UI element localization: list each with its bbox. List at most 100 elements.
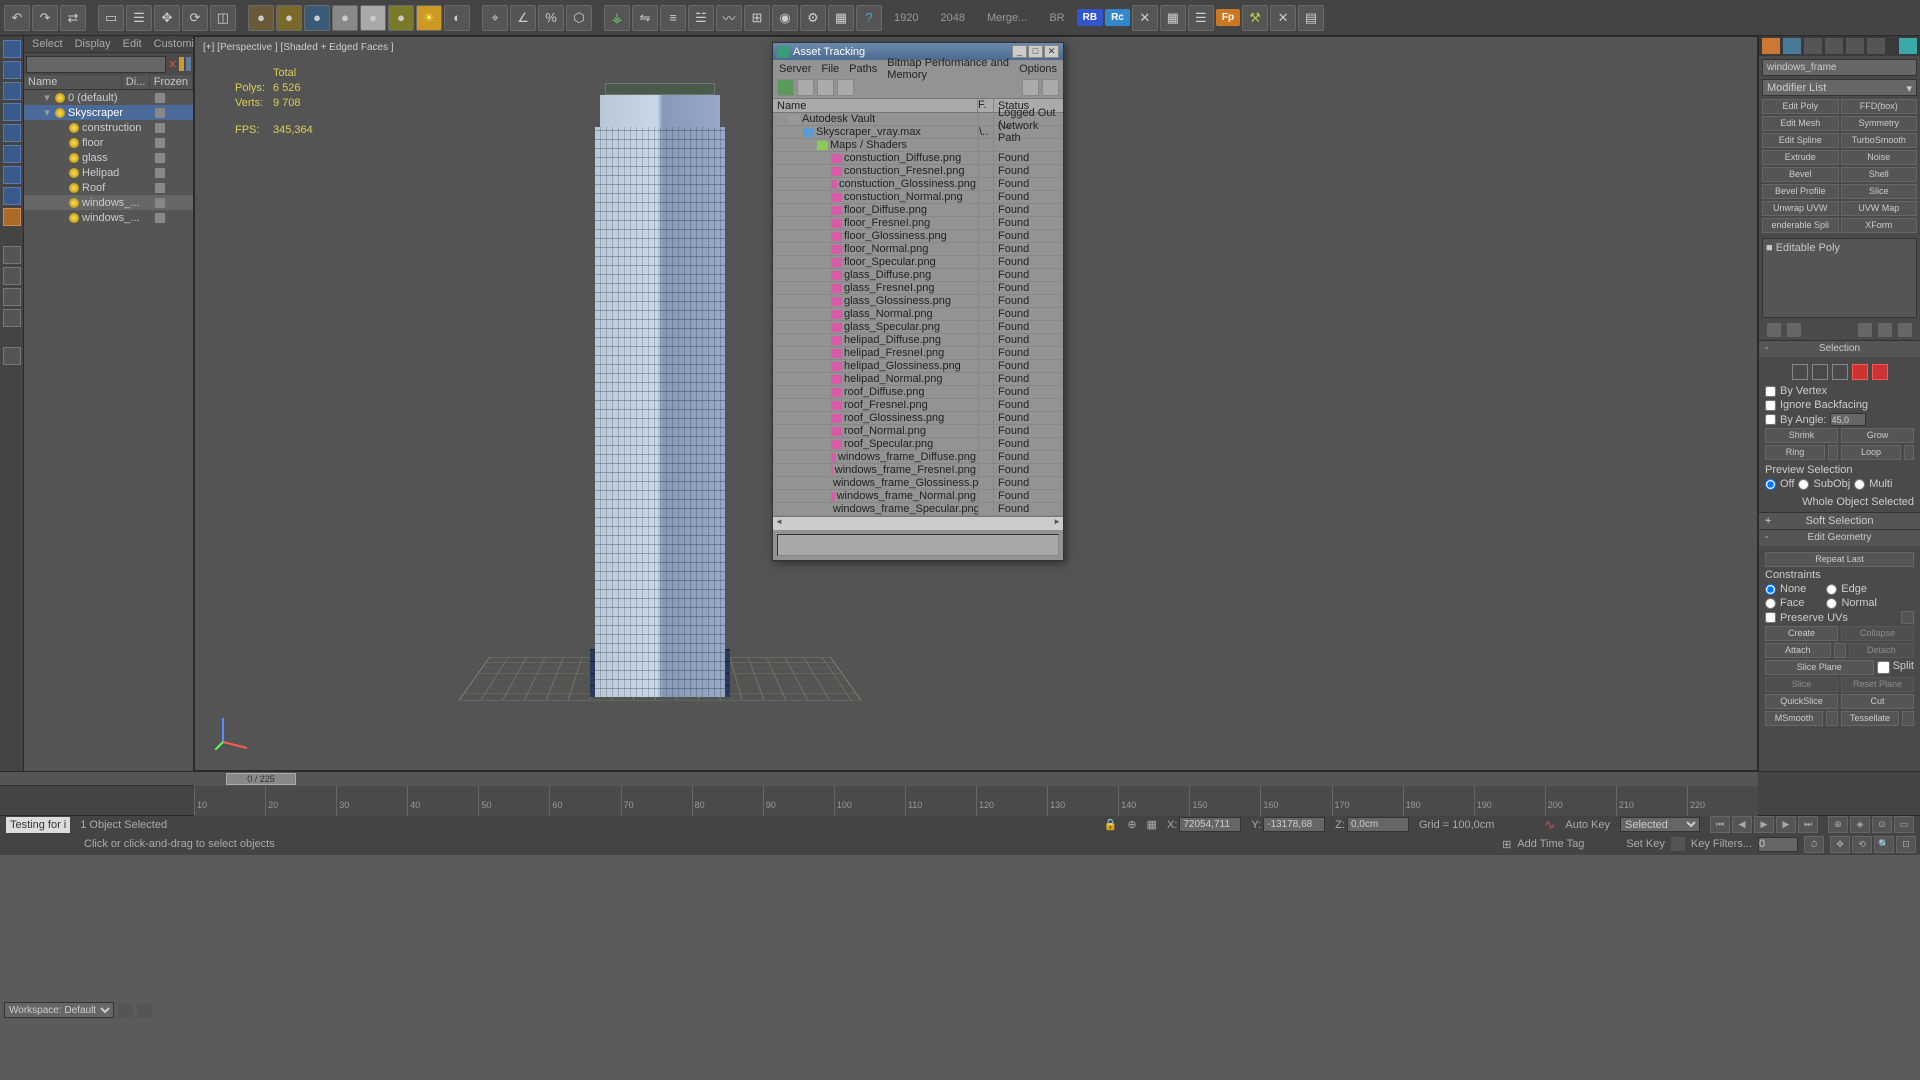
tab-modify[interactable] — [1783, 38, 1801, 54]
asset-row[interactable]: constuction_FresneI.pngFound — [773, 165, 1063, 178]
asset-row[interactable]: windows_frame_FresneI.pngFound — [773, 464, 1063, 477]
attach-button[interactable]: Attach — [1765, 643, 1831, 658]
modifier-button[interactable]: Symmetry — [1841, 116, 1918, 131]
modifier-button[interactable]: Extrude — [1762, 150, 1839, 165]
fp-badge[interactable]: Fp — [1216, 9, 1240, 26]
sphere6-icon[interactable]: ● — [388, 5, 414, 31]
refresh-icon[interactable] — [777, 79, 794, 96]
show-icon[interactable] — [1787, 323, 1801, 337]
li-2[interactable] — [3, 61, 21, 79]
undo-icon[interactable]: ↶ — [4, 5, 30, 31]
ring-spinner[interactable] — [1828, 445, 1838, 460]
remove-icon[interactable] — [1878, 323, 1892, 337]
constraint-edge-radio[interactable] — [1826, 584, 1837, 595]
li-10[interactable] — [3, 246, 21, 264]
panel-icon[interactable]: ▤ — [1298, 5, 1324, 31]
configure-icon[interactable] — [1898, 323, 1912, 337]
pin-icon[interactable] — [1767, 323, 1781, 337]
maximize-icon[interactable]: □ — [1028, 45, 1043, 58]
lock2-icon[interactable]: ⊕ — [1127, 818, 1136, 831]
vnav2-icon[interactable]: ⟲ — [1852, 836, 1872, 853]
constraint-normal-radio[interactable] — [1826, 598, 1837, 609]
asset-row[interactable]: windows_frame_Glossiness.pngFound — [773, 477, 1063, 490]
make-unique-icon[interactable] — [1858, 323, 1872, 337]
li-7[interactable] — [3, 166, 21, 184]
workspace-dropdown[interactable]: Workspace: Default — [4, 1002, 114, 1018]
asset-menu-item[interactable]: Paths — [849, 63, 877, 75]
sphere4-icon[interactable]: ● — [332, 5, 358, 31]
modifier-button[interactable]: UVW Map — [1841, 201, 1918, 216]
view2-icon[interactable] — [817, 79, 834, 96]
rollout-soft[interactable]: +Soft Selection — [1759, 513, 1920, 529]
frame-input[interactable] — [1758, 837, 1798, 852]
tree-row[interactable]: windows_... — [24, 195, 193, 210]
br-label[interactable]: BR — [1039, 12, 1074, 24]
tool-list-icon[interactable]: ☰ — [1188, 5, 1214, 31]
tag-icon[interactable]: ⊞ — [1502, 838, 1511, 851]
filter1-icon[interactable] — [179, 57, 184, 71]
tree-row[interactable]: glass — [24, 150, 193, 165]
tessellate-button[interactable]: Tessellate — [1841, 711, 1899, 726]
material-icon[interactable]: ◉ — [772, 5, 798, 31]
element-icon[interactable] — [1872, 364, 1888, 380]
asset-row[interactable]: helipad_FresneI.pngFound — [773, 347, 1063, 360]
preview-subobj-radio[interactable] — [1798, 479, 1809, 490]
asset-col-f[interactable]: F. — [978, 99, 994, 112]
col-frozen[interactable]: Frozen — [150, 75, 193, 89]
autokey-button[interactable]: Auto Key — [1565, 819, 1610, 831]
modifier-button[interactable]: Edit Mesh — [1762, 116, 1839, 131]
tree-row[interactable]: Helipad — [24, 165, 193, 180]
rollout-selection[interactable]: Selection — [1759, 341, 1920, 357]
asset-menu-item[interactable]: Bitmap Performance and Memory — [887, 57, 1009, 81]
layers-icon[interactable]: ☱ — [688, 5, 714, 31]
next-frame-icon[interactable]: ▶ — [1776, 816, 1796, 833]
sun-icon[interactable]: ☀ — [416, 5, 442, 31]
ignore-backfacing-check[interactable] — [1765, 400, 1776, 411]
lock1-icon[interactable]: 🔒 — [1104, 818, 1118, 831]
scale-icon[interactable]: ◫ — [210, 5, 236, 31]
keymode-dropdown[interactable]: Selected — [1620, 817, 1700, 832]
link-icon[interactable]: ⇄ — [60, 5, 86, 31]
asset-row[interactable]: helipad_Glossiness.pngFound — [773, 360, 1063, 373]
align-icon[interactable]: ≡ — [660, 5, 686, 31]
asset-row[interactable]: windows_frame_Normal.pngFound — [773, 490, 1063, 503]
prev-frame-icon[interactable]: ◀ — [1732, 816, 1752, 833]
asset-menu-item[interactable]: Options — [1019, 63, 1057, 75]
tab-display[interactable] — [1846, 38, 1864, 54]
ws-btn1[interactable] — [118, 1003, 133, 1018]
asset-row[interactable]: constuction_Glossiness.pngFound — [773, 178, 1063, 191]
modifier-list-dropdown[interactable]: Modifier List▾ — [1762, 79, 1917, 96]
cut-button[interactable]: Cut — [1841, 694, 1914, 709]
asset-row[interactable]: floor_Specular.pngFound — [773, 256, 1063, 269]
scene-hscroll[interactable] — [0, 772, 194, 786]
play-icon[interactable]: ▶ — [1754, 816, 1774, 833]
angle-input[interactable] — [1830, 413, 1866, 426]
preserve-uvs-settings[interactable] — [1901, 611, 1914, 624]
modifier-button[interactable]: Unwrap UVW — [1762, 201, 1839, 216]
close-icon[interactable]: ✕ — [1044, 45, 1059, 58]
edge-icon[interactable] — [1812, 364, 1828, 380]
mirror-icon[interactable]: ⇋ — [632, 5, 658, 31]
tab-motion[interactable] — [1825, 38, 1843, 54]
modifier-button[interactable]: Edit Poly — [1762, 99, 1839, 114]
asset-row[interactable]: glass_Specular.pngFound — [773, 321, 1063, 334]
viewport-label[interactable]: [+] [Perspective ] [Shaded + Edged Faces… — [203, 42, 394, 53]
asset-row[interactable]: windows_frame_Diffuse.pngFound — [773, 451, 1063, 464]
light-icon[interactable]: ◐ — [444, 5, 470, 31]
asset-row[interactable]: roof_Normal.pngFound — [773, 425, 1063, 438]
modifier-button[interactable]: Noise — [1841, 150, 1918, 165]
angle-snap-icon[interactable]: ∠ — [510, 5, 536, 31]
sphere3-icon[interactable]: ● — [304, 5, 330, 31]
vnav1-icon[interactable]: ✥ — [1830, 836, 1850, 853]
preview-multi-radio[interactable] — [1854, 479, 1865, 490]
tab-utilities[interactable] — [1867, 38, 1885, 54]
li-8[interactable] — [3, 187, 21, 205]
asset-row[interactable]: constuction_Diffuse.pngFound — [773, 152, 1063, 165]
view1-icon[interactable] — [797, 79, 814, 96]
asset-row[interactable]: roof_Glossiness.pngFound — [773, 412, 1063, 425]
time-slider-handle[interactable]: 0 / 225 — [226, 773, 296, 785]
grow-button[interactable]: Grow — [1841, 428, 1914, 443]
vnav4-icon[interactable]: ⊡ — [1896, 836, 1916, 853]
view3-icon[interactable] — [837, 79, 854, 96]
hair-icon[interactable]: ⚶ — [604, 5, 630, 31]
